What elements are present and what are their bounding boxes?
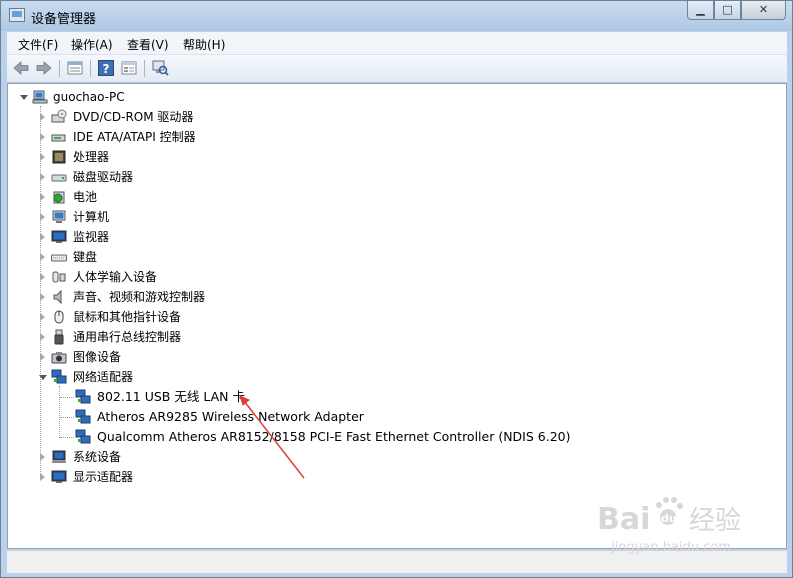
toolbar-separator: [90, 60, 91, 77]
menu-help[interactable]: 帮助(H): [183, 36, 225, 53]
menu-view[interactable]: 查看(V): [127, 36, 169, 53]
device-tree[interactable]: guochao-PC DVD/CD-ROM 驱动器 IDE ATA/ATAPI …: [7, 83, 787, 549]
menu-action[interactable]: 操作(A): [71, 36, 113, 53]
svg-text:?: ?: [103, 62, 110, 76]
close-button[interactable]: ✕: [741, 1, 786, 20]
forward-arrow-icon[interactable]: [35, 59, 53, 77]
back-arrow-icon[interactable]: [12, 59, 30, 77]
annotation-arrow: [239, 395, 305, 479]
maximize-button[interactable]: □: [714, 1, 741, 20]
minimize-button[interactable]: ▁: [687, 1, 714, 20]
help-icon[interactable]: ?: [97, 59, 115, 77]
device-view-icon[interactable]: [120, 59, 138, 77]
menu-bar: 文件(F) 操作(A) 查看(V) 帮助(H): [7, 32, 787, 55]
toolbar-separator: [59, 60, 60, 77]
menu-file[interactable]: 文件(F): [18, 36, 58, 53]
toolbar: ?: [7, 55, 787, 83]
properties-icon[interactable]: [66, 59, 84, 77]
title-bar[interactable]: 设备管理器 ▁ □ ✕: [1, 1, 792, 31]
toolbar-separator: [144, 60, 145, 77]
device-manager-app-icon: [9, 8, 25, 22]
window-title: 设备管理器: [31, 12, 97, 27]
scan-hardware-icon[interactable]: [151, 59, 169, 77]
device-manager-window: 设备管理器 ▁ □ ✕ 文件(F) 操作(A) 查看(V) 帮助(H) ? gu…: [0, 0, 793, 578]
status-bar: [7, 550, 787, 573]
window-controls: ▁ □ ✕: [687, 1, 786, 21]
